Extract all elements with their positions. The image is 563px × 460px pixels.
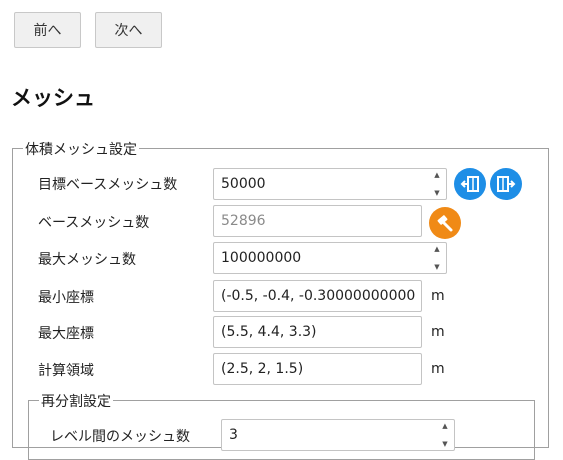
max-coord-input[interactable]: (5.5, 4.4, 3.3) bbox=[213, 316, 422, 348]
max-coord-unit: m bbox=[431, 324, 445, 340]
prev-button[interactable]: 前へ bbox=[14, 12, 81, 48]
min-coord-unit: m bbox=[431, 288, 445, 304]
export-button[interactable] bbox=[490, 168, 522, 200]
target-base-mesh-value: 50000 bbox=[221, 176, 266, 192]
target-base-mesh-input[interactable]: 50000 ▲ ▼ bbox=[213, 168, 447, 200]
target-base-mesh-label: 目標ベースメッシュ数 bbox=[38, 177, 178, 193]
min-coord-input[interactable]: (-0.5, -0.4, -0.30000000000 bbox=[213, 280, 422, 312]
hammer-icon bbox=[437, 215, 453, 232]
max-mesh-spinner[interactable]: ▲ ▼ bbox=[430, 245, 444, 271]
base-mesh-label: ベースメッシュ数 bbox=[38, 215, 150, 231]
spinner-down-icon[interactable]: ▼ bbox=[442, 440, 447, 448]
cells-between-levels-spinner[interactable]: ▲ ▼ bbox=[438, 422, 452, 448]
spinner-up-icon[interactable]: ▲ bbox=[442, 422, 447, 430]
spinner-up-icon[interactable]: ▲ bbox=[434, 245, 439, 253]
max-mesh-label: 最大メッシュ数 bbox=[38, 252, 136, 268]
target-base-mesh-spinner[interactable]: ▲ ▼ bbox=[430, 171, 444, 197]
refinement-legend: 再分割設定 bbox=[39, 391, 113, 411]
max-coord-value: (5.5, 4.4, 3.3) bbox=[221, 324, 317, 340]
spinner-down-icon[interactable]: ▼ bbox=[434, 263, 439, 271]
domain-input[interactable]: (2.5, 2, 1.5) bbox=[213, 353, 422, 385]
import-icon bbox=[460, 176, 479, 192]
base-mesh-input: 52896 bbox=[213, 205, 422, 237]
cells-between-levels-input[interactable]: 3 ▲ ▼ bbox=[221, 419, 455, 451]
cells-between-levels-label: レベル間のメッシュ数 bbox=[50, 429, 190, 445]
domain-label: 計算領域 bbox=[38, 363, 94, 379]
import-button[interactable] bbox=[454, 168, 486, 200]
base-mesh-value: 52896 bbox=[221, 213, 266, 229]
spinner-up-icon[interactable]: ▲ bbox=[434, 171, 439, 179]
domain-value: (2.5, 2, 1.5) bbox=[221, 361, 304, 377]
domain-unit: m bbox=[431, 361, 445, 377]
max-mesh-input[interactable]: 100000000 ▲ ▼ bbox=[213, 242, 447, 274]
min-coord-label: 最小座標 bbox=[38, 290, 94, 306]
export-icon bbox=[497, 176, 516, 192]
spinner-down-icon[interactable]: ▼ bbox=[434, 189, 439, 197]
min-coord-value: (-0.5, -0.4, -0.30000000000 bbox=[221, 288, 416, 304]
page-title: メッシュ bbox=[11, 86, 95, 110]
cells-between-levels-value: 3 bbox=[229, 427, 238, 443]
max-mesh-value: 100000000 bbox=[221, 250, 302, 266]
volume-mesh-legend: 体積メッシュ設定 bbox=[23, 139, 139, 159]
max-coord-label: 最大座標 bbox=[38, 326, 94, 342]
generate-mesh-button[interactable] bbox=[429, 207, 461, 239]
next-button[interactable]: 次へ bbox=[95, 12, 162, 48]
